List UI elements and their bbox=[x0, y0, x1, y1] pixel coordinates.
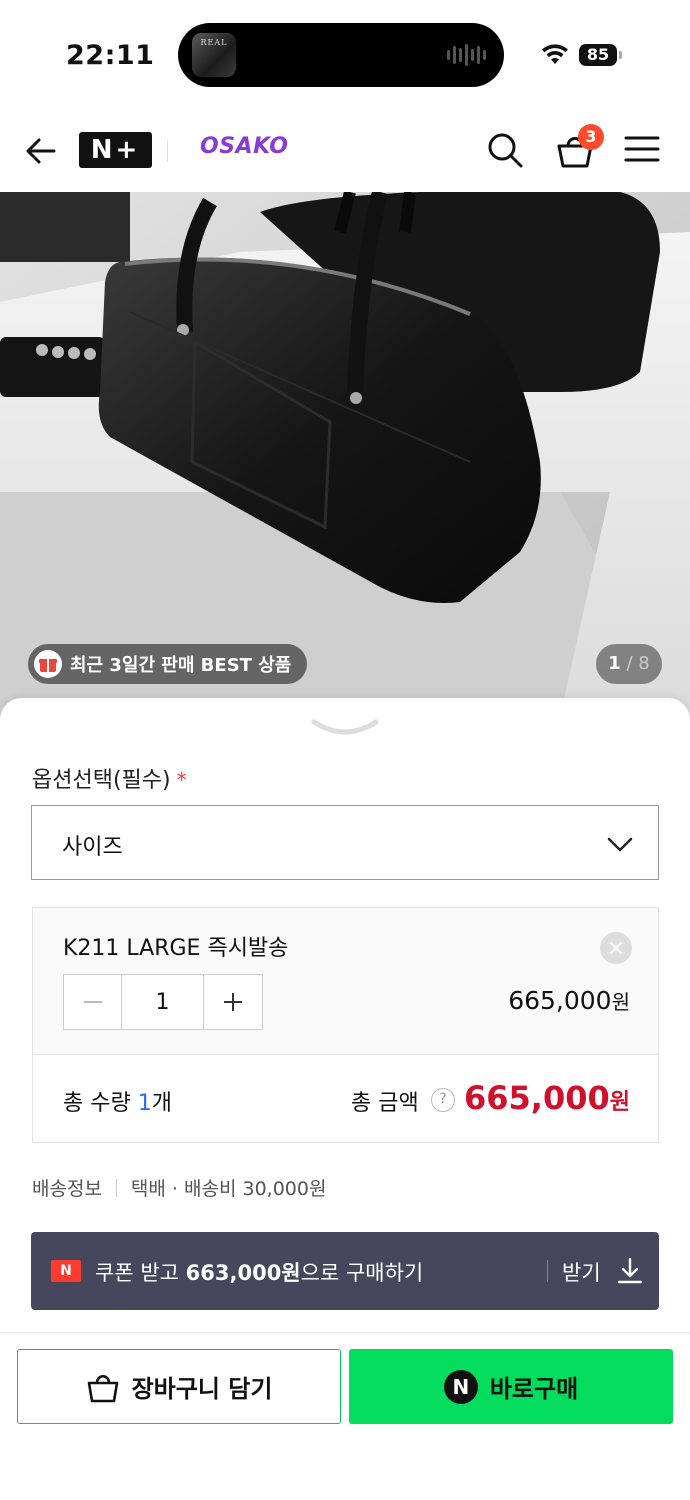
quantity-stepper: 1 bbox=[63, 974, 263, 1030]
get-coupon-button[interactable]: 받기 bbox=[562, 1257, 601, 1287]
now-playing-art-text: REAL bbox=[200, 38, 228, 47]
nplus-logo[interactable]: N+ bbox=[79, 132, 152, 168]
image-total: 8 bbox=[638, 653, 650, 674]
decrease-quantity-button[interactable] bbox=[64, 975, 122, 1029]
coupon-divider bbox=[547, 1260, 548, 1282]
plus-icon bbox=[224, 993, 242, 1011]
header-divider bbox=[167, 140, 168, 162]
hamburger-menu-icon[interactable] bbox=[624, 134, 660, 164]
shipping-detail: 택배 · 배송비 30,000원 bbox=[130, 1178, 327, 1200]
option-price-value: 665,000 bbox=[508, 986, 612, 1015]
gift-icon bbox=[34, 650, 62, 678]
product-image-gallery[interactable]: 최근 3일간 판매 BEST 상품 1 / 8 bbox=[0, 192, 690, 717]
brand-store-link[interactable]: OSAKO bbox=[200, 134, 288, 159]
quantity-value[interactable]: 1 bbox=[122, 975, 204, 1029]
total-quantity-label: 총 수량 bbox=[63, 1091, 131, 1116]
close-icon bbox=[609, 941, 623, 955]
total-amount-value: 665,000 bbox=[464, 1079, 610, 1117]
selected-option-name: K211 LARGE 즉시발송 bbox=[63, 936, 289, 961]
minus-icon bbox=[83, 1001, 102, 1003]
coupon-banner[interactable]: N 쿠폰 받고 663,000원으로 구매하기 받기 bbox=[31, 1232, 659, 1310]
total-quantity-value: 1 bbox=[137, 1091, 152, 1116]
best-seller-text: 최근 3일간 판매 BEST 상품 bbox=[70, 655, 292, 676]
buy-now-button[interactable]: N 바로구매 bbox=[349, 1349, 673, 1424]
add-to-cart-button[interactable]: 장바구니 담기 bbox=[17, 1349, 341, 1424]
now-playing-artwork: REAL bbox=[192, 33, 236, 77]
help-icon[interactable]: ? bbox=[431, 1088, 455, 1112]
option-price-unit: 원 bbox=[611, 990, 630, 1014]
audio-waveform-icon bbox=[447, 43, 486, 67]
shipping-label: 배송정보 bbox=[32, 1178, 102, 1200]
product-photo bbox=[0, 192, 690, 717]
dynamic-island[interactable]: REAL bbox=[178, 23, 504, 87]
shipping-info: 배송정보 택배 · 배송비 30,000원 bbox=[32, 1174, 326, 1201]
status-bar: 22:11 REAL 85 bbox=[0, 0, 690, 110]
top-nav: N+ OSAKO 3 bbox=[0, 110, 690, 192]
battery-indicator: 85 bbox=[579, 44, 617, 66]
coupon-text-prefix: 쿠폰 받고 bbox=[95, 1261, 179, 1285]
option-section-title: 옵션선택(필수) * bbox=[32, 762, 187, 794]
add-to-cart-label: 장바구니 담기 bbox=[131, 1375, 273, 1403]
increase-quantity-button[interactable] bbox=[204, 975, 262, 1029]
total-quantity-unit: 개 bbox=[151, 1091, 172, 1116]
naver-n-icon: N bbox=[51, 1260, 81, 1282]
selected-option-card: K211 LARGE 즉시발송 1 665,000원 총 수량 1개 총 금액 … bbox=[32, 907, 659, 1143]
coupon-text: 쿠폰 받고 663,000원으로 구매하기 bbox=[95, 1257, 423, 1287]
selected-option-row: K211 LARGE 즉시발송 1 665,000원 bbox=[33, 908, 658, 1055]
option-title-text: 옵션선택(필수) bbox=[32, 768, 171, 793]
image-current: 1 bbox=[608, 653, 621, 674]
coupon-amount: 663,000원 bbox=[185, 1261, 301, 1285]
buy-now-label: 바로구매 bbox=[489, 1375, 579, 1403]
chevron-down-icon bbox=[607, 837, 633, 852]
size-select-value: 사이즈 bbox=[62, 835, 123, 860]
action-bar-divider bbox=[0, 1332, 690, 1333]
size-select[interactable]: 사이즈 bbox=[31, 805, 659, 880]
purchase-sheet: 옵션선택(필수) * 사이즈 K211 LARGE 즉시발송 1 665,000… bbox=[0, 698, 690, 1500]
wifi-icon bbox=[542, 44, 568, 64]
collapse-chevron-icon[interactable] bbox=[310, 716, 380, 740]
total-quantity: 총 수량 1개 bbox=[63, 1085, 172, 1117]
naver-pay-icon: N bbox=[443, 1369, 478, 1404]
battery-tip bbox=[619, 51, 622, 59]
search-icon[interactable] bbox=[485, 130, 525, 170]
option-price: 665,000원 bbox=[508, 986, 630, 1015]
total-amount: 665,000원 bbox=[464, 1079, 630, 1117]
total-amount-unit: 원 bbox=[609, 1090, 630, 1115]
coupon-text-suffix: 으로 구매하기 bbox=[300, 1261, 424, 1285]
order-summary: 총 수량 1개 총 금액 ? 665,000원 bbox=[33, 1055, 658, 1143]
shopping-bag-icon bbox=[87, 1374, 118, 1402]
remove-option-button[interactable] bbox=[600, 932, 632, 964]
required-mark: * bbox=[176, 768, 187, 792]
shipping-divider bbox=[115, 1178, 117, 1197]
best-seller-badge: 최근 3일간 판매 BEST 상품 bbox=[28, 644, 308, 684]
status-time: 22:11 bbox=[66, 40, 155, 71]
cart-count-badge: 3 bbox=[578, 124, 604, 150]
back-arrow-icon[interactable] bbox=[22, 132, 60, 170]
download-icon[interactable] bbox=[616, 1256, 644, 1286]
image-counter: 1 / 8 bbox=[596, 644, 662, 684]
total-amount-label: 총 금액 bbox=[351, 1091, 419, 1116]
